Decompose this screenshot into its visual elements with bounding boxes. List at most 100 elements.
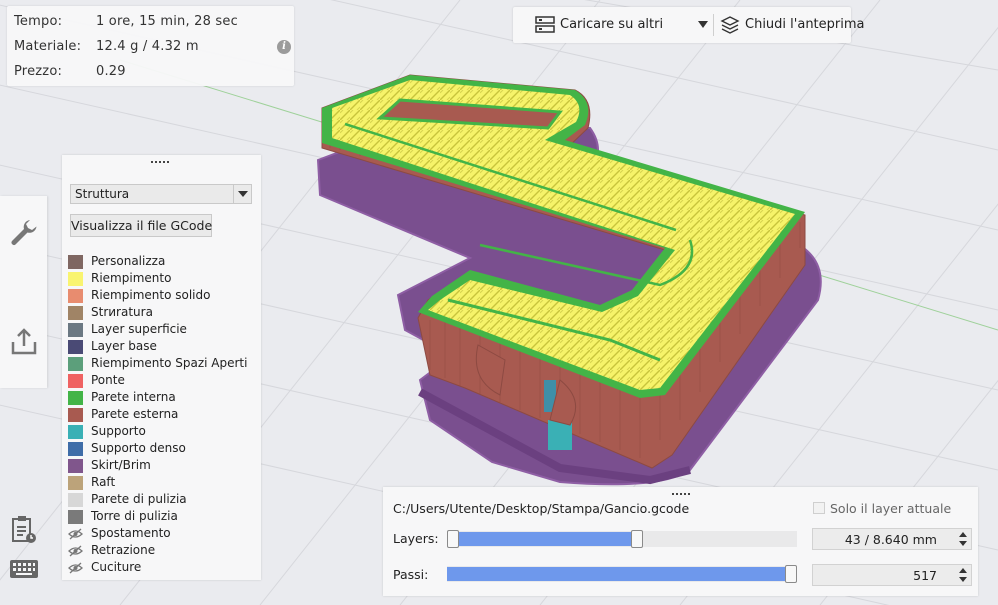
legend-item[interactable]: Riempimento Spazi Aperti	[68, 355, 258, 372]
eye-hidden-icon[interactable]	[68, 561, 83, 575]
layers-icon	[720, 16, 740, 34]
print-stats-panel: Tempo: 1 ore, 15 min, 28 sec Materiale: …	[7, 6, 294, 86]
chevron-down-icon	[233, 185, 251, 203]
legend-item[interactable]: Supporto	[68, 423, 258, 440]
legend-item-label: Parete interna	[91, 390, 176, 404]
legend-item-label: Parete di pulizia	[91, 492, 187, 506]
eye-hidden-icon[interactable]	[68, 544, 83, 558]
layers-spinbox[interactable]: 43 / 8.640 mm	[812, 528, 972, 550]
legend-item-label: Riempimento	[91, 271, 172, 285]
price-label: Prezzo:	[14, 64, 63, 79]
color-swatch	[68, 442, 83, 456]
only-current-layer-label: Solo il layer attuale	[830, 501, 952, 516]
left-sidebar	[0, 196, 47, 388]
legend-item-label: Supporto denso	[91, 441, 186, 455]
legend-item-label: Ponte	[91, 373, 125, 387]
passes-handle[interactable]	[785, 565, 797, 583]
preview-toolbar: Caricare su altri Chiudi l'anteprima	[513, 7, 865, 43]
legend-item[interactable]: Parete interna	[68, 389, 258, 406]
legend-item[interactable]: Supporto denso	[68, 440, 258, 457]
legend-item[interactable]: Parete di pulizia	[68, 491, 258, 508]
legend-item-label: Parete esterna	[91, 407, 179, 421]
time-label: Tempo:	[14, 14, 63, 29]
price-value: 0.29	[96, 64, 126, 79]
passes-spinbox[interactable]: 517	[812, 564, 972, 586]
legend-item-label: Strиratura	[91, 305, 153, 319]
layer-panel-drag-handle[interactable]	[672, 493, 692, 497]
legend-item-label: Torre di pulizia	[91, 509, 178, 523]
color-swatch	[68, 476, 83, 490]
legend-item[interactable]: Parete esterna	[68, 406, 258, 423]
legend-item-label: Personalizza	[91, 254, 166, 268]
passes-value: 517	[913, 568, 937, 583]
layers-min-handle[interactable]	[447, 530, 459, 548]
layers-slider-fill	[453, 532, 638, 546]
spin-up-icon[interactable]	[959, 568, 967, 573]
color-swatch	[68, 306, 83, 320]
color-swatch	[68, 289, 83, 303]
legend-item[interactable]: Strиratura	[68, 304, 258, 321]
color-swatch	[68, 272, 83, 286]
legend-item[interactable]: Personalizza	[68, 253, 258, 270]
wrench-icon[interactable]	[8, 216, 40, 248]
legend-item[interactable]: Retrazione	[68, 542, 258, 559]
color-swatch	[68, 408, 83, 422]
color-swatch	[68, 340, 83, 354]
legend-item[interactable]: Spostamento	[68, 525, 258, 542]
legend-item-label: Raft	[91, 475, 116, 489]
passes-slider-fill	[447, 567, 791, 581]
legend-item[interactable]: Raft	[68, 474, 258, 491]
upload-to-others-label: Caricare su altri	[560, 17, 664, 32]
color-swatch	[68, 493, 83, 507]
spin-down-icon[interactable]	[959, 577, 967, 582]
legend-item[interactable]: Layer base	[68, 338, 258, 355]
legend-item[interactable]: Layer superficie	[68, 321, 258, 338]
passes-slider[interactable]	[447, 565, 797, 583]
layers-max-handle[interactable]	[631, 530, 644, 548]
view-mode-select[interactable]: Struttura	[70, 184, 252, 204]
legend-item-label: Retrazione	[91, 543, 156, 557]
color-swatch	[68, 425, 83, 439]
legend-item-label: Riempimento solido	[91, 288, 211, 302]
upload-to-others-button[interactable]: Caricare su altri	[513, 7, 696, 43]
legend-item-label: Supporto	[91, 424, 146, 438]
color-swatch	[68, 391, 83, 405]
eye-hidden-icon[interactable]	[68, 527, 83, 541]
layers-label: Layers:	[393, 531, 439, 546]
legend-item-label: Layer base	[91, 339, 157, 353]
gcode-icon[interactable]	[10, 515, 38, 545]
color-swatch	[68, 357, 83, 371]
spin-down-icon[interactable]	[959, 541, 967, 546]
legend-item-label: Spostamento	[91, 526, 171, 540]
view-gcode-button[interactable]: Visualizza il file GCode	[70, 214, 212, 237]
color-scheme-panel: Struttura Visualizza il file GCode Perso…	[62, 155, 261, 580]
layer-view-panel: C:/Users/Utente/Desktop/Stampa/Gancio.gc…	[383, 487, 978, 596]
keyboard-icon[interactable]	[9, 558, 39, 580]
gcode-file-path: C:/Users/Utente/Desktop/Stampa/Gancio.gc…	[393, 501, 690, 516]
server-upload-icon	[535, 16, 555, 33]
close-preview-button[interactable]: Chiudi l'anteprima	[714, 7, 865, 43]
legend-item[interactable]: Skirt/Brim	[68, 457, 258, 474]
color-swatch	[68, 510, 83, 524]
color-swatch	[68, 323, 83, 337]
material-value: 12.4 g / 4.32 m	[96, 39, 199, 54]
layers-range-slider[interactable]	[447, 530, 797, 548]
color-swatch	[68, 459, 83, 473]
legend-item[interactable]: Riempimento solido	[68, 287, 258, 304]
legend-item-label: Riempimento Spazi Aperti	[91, 356, 248, 370]
legend-drag-handle[interactable]	[151, 161, 171, 165]
view-mode-value: Struttura	[75, 187, 130, 201]
color-swatch	[68, 255, 83, 269]
close-preview-label: Chiudi l'anteprima	[745, 17, 865, 32]
spin-up-icon[interactable]	[959, 532, 967, 537]
layers-value: 43 / 8.640 mm	[844, 532, 937, 547]
only-current-layer-checkbox[interactable]	[813, 502, 825, 514]
legend-item[interactable]: Riempimento	[68, 270, 258, 287]
legend-item[interactable]: Cuciture	[68, 559, 258, 576]
legend-item[interactable]: Ponte	[68, 372, 258, 389]
legend-item-label: Cuciture	[91, 560, 142, 574]
info-icon[interactable]: i	[277, 40, 291, 54]
legend-item[interactable]: Torre di pulizia	[68, 508, 258, 525]
export-icon[interactable]	[8, 326, 40, 358]
upload-dropdown-arrow[interactable]	[696, 7, 711, 43]
